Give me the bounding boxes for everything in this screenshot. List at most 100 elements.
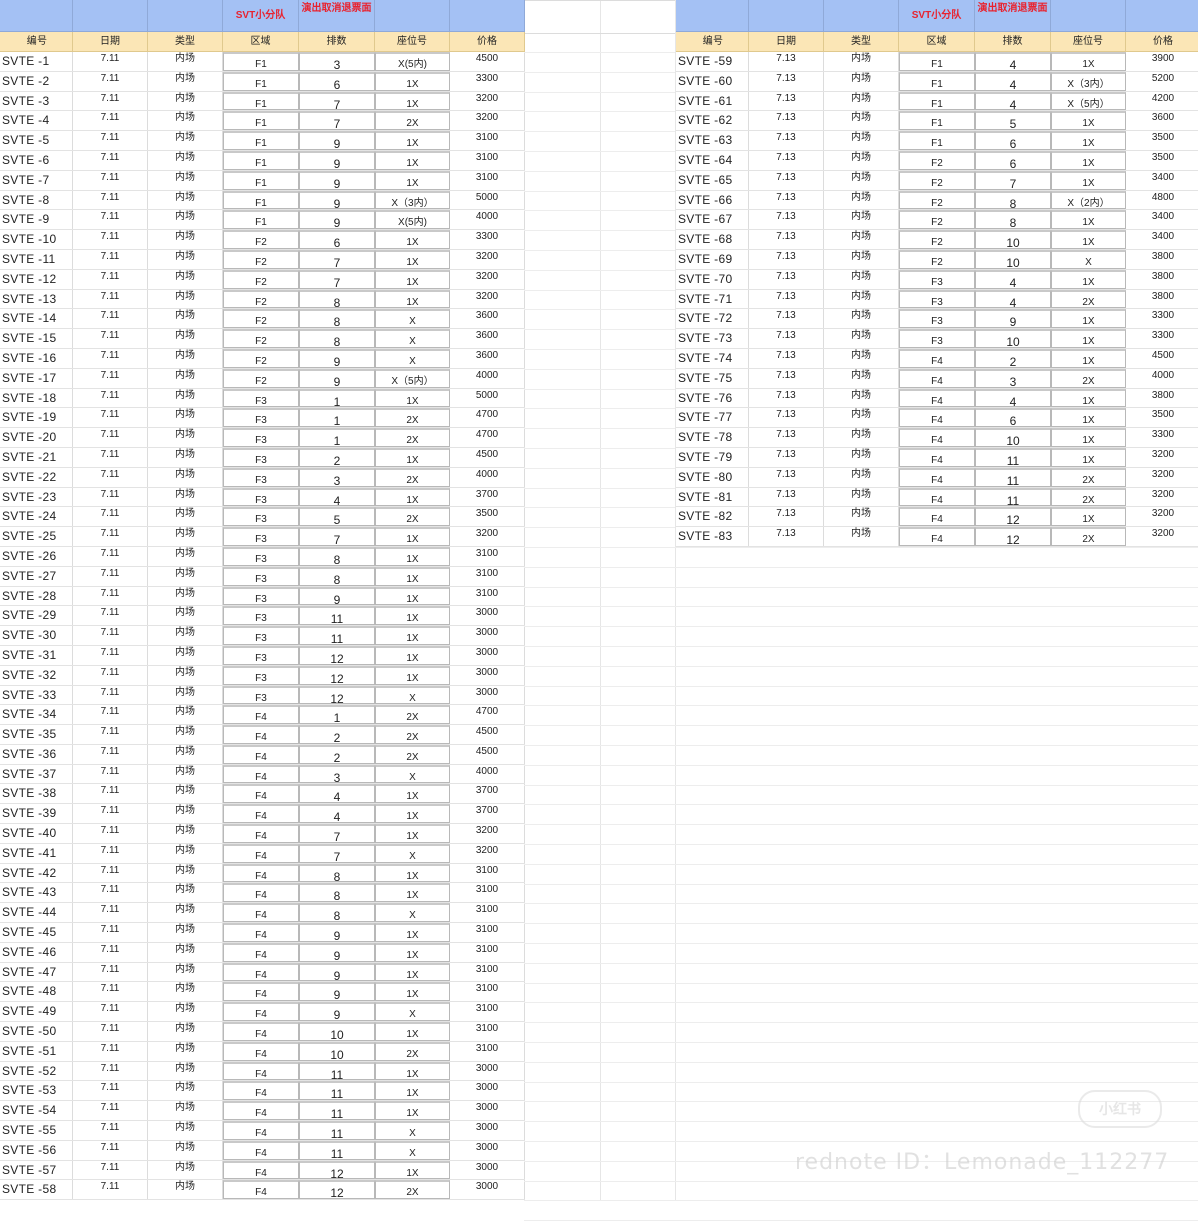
zone-cell[interactable]: F1	[899, 71, 975, 91]
zone-cell[interactable]: F4	[223, 843, 299, 863]
row-number-cell[interactable]: 8	[299, 863, 375, 883]
zone-cell[interactable]: F4	[223, 1160, 299, 1180]
type-cell[interactable]: 内场	[148, 824, 223, 843]
zone-cell[interactable]: F3	[223, 645, 299, 665]
seat-cell[interactable]: X（5内）	[1051, 91, 1126, 111]
price-cell[interactable]: 3200	[1126, 527, 1198, 546]
id-cell[interactable]: SVTE -82	[676, 507, 749, 527]
price-cell[interactable]: 3100	[450, 1022, 525, 1041]
row-number-cell[interactable]: 1	[299, 388, 375, 408]
zone-cell[interactable]: F4	[223, 942, 299, 962]
date-cell[interactable]: 7.13	[749, 71, 824, 91]
column-header-row-number[interactable]: 排数	[975, 32, 1051, 51]
id-cell[interactable]: SVTE -39	[0, 804, 73, 824]
id-cell[interactable]: SVTE -45	[0, 923, 73, 942]
price-cell[interactable]: 3200	[450, 824, 525, 843]
id-cell[interactable]: SVTE -34	[0, 705, 73, 725]
date-cell[interactable]: 7.11	[73, 784, 148, 804]
date-cell[interactable]: 7.13	[749, 52, 824, 71]
zone-cell[interactable]: F2	[899, 210, 975, 230]
date-cell[interactable]: 7.11	[73, 309, 148, 329]
zone-cell[interactable]: F3	[899, 309, 975, 329]
price-cell[interactable]: 4200	[1126, 92, 1198, 111]
id-cell[interactable]: SVTE -64	[676, 150, 749, 170]
row-number-cell[interactable]: 1	[299, 428, 375, 447]
row-number-cell[interactable]: 12	[299, 1180, 375, 1200]
price-cell[interactable]: 3800	[1126, 270, 1198, 289]
column-header-seat[interactable]: 座位号	[1051, 32, 1126, 51]
price-cell[interactable]: 3200	[1126, 507, 1198, 526]
id-cell[interactable]: SVTE -15	[0, 329, 73, 348]
type-cell[interactable]: 内场	[824, 527, 899, 546]
id-cell[interactable]: SVTE -17	[0, 368, 73, 388]
type-cell[interactable]: 内场	[824, 190, 899, 210]
zone-cell[interactable]: F4	[899, 527, 975, 546]
id-cell[interactable]: SVTE -68	[676, 230, 749, 249]
type-cell[interactable]: 内场	[148, 1041, 223, 1061]
seat-cell[interactable]: 2X	[375, 1041, 450, 1061]
row-number-cell[interactable]: 12	[299, 645, 375, 665]
id-cell[interactable]: SVTE -44	[0, 903, 73, 923]
seat-cell[interactable]: 1X	[375, 230, 450, 249]
type-cell[interactable]: 内场	[148, 843, 223, 863]
id-cell[interactable]: SVTE -12	[0, 269, 73, 289]
row-number-cell[interactable]: 4	[975, 52, 1051, 71]
date-cell[interactable]: 7.13	[749, 91, 824, 111]
type-cell[interactable]: 内场	[148, 368, 223, 388]
seat-cell[interactable]: X	[375, 1002, 450, 1022]
seat-cell[interactable]: 1X	[375, 289, 450, 309]
title-cell[interactable]	[1126, 0, 1198, 31]
zone-cell[interactable]: F4	[223, 725, 299, 744]
date-cell[interactable]: 7.11	[73, 348, 148, 368]
id-cell[interactable]: SVTE -76	[676, 388, 749, 408]
row-number-cell[interactable]: 2	[299, 744, 375, 764]
id-cell[interactable]: SVTE -70	[676, 269, 749, 289]
row-number-cell[interactable]: 7	[299, 269, 375, 289]
column-header-type[interactable]: 类型	[824, 32, 899, 51]
id-cell[interactable]: SVTE -8	[0, 190, 73, 210]
row-number-cell[interactable]: 7	[975, 170, 1051, 190]
type-cell[interactable]: 内场	[148, 1101, 223, 1121]
type-cell[interactable]: 内场	[148, 1061, 223, 1081]
price-cell[interactable]: 4500	[450, 52, 525, 71]
type-cell[interactable]: 内场	[824, 111, 899, 131]
seat-cell[interactable]: 1X	[1051, 269, 1126, 289]
column-header-id[interactable]: 编号	[0, 32, 73, 51]
type-cell[interactable]: 内场	[148, 1180, 223, 1200]
row-number-cell[interactable]: 7	[299, 91, 375, 111]
row-number-cell[interactable]: 6	[975, 408, 1051, 428]
type-cell[interactable]: 内场	[148, 230, 223, 249]
price-cell[interactable]: 3100	[450, 962, 525, 982]
seat-cell[interactable]: 1X	[375, 923, 450, 942]
seat-cell[interactable]: 1X	[375, 150, 450, 170]
zone-cell[interactable]: F1	[899, 91, 975, 111]
id-cell[interactable]: SVTE -62	[676, 111, 749, 131]
row-number-cell[interactable]: 10	[975, 428, 1051, 447]
zone-cell[interactable]: F4	[223, 1022, 299, 1041]
seat-cell[interactable]: X	[375, 329, 450, 348]
seat-cell[interactable]: 1X	[375, 447, 450, 467]
id-cell[interactable]: SVTE -72	[676, 309, 749, 329]
date-cell[interactable]: 7.11	[73, 626, 148, 645]
type-cell[interactable]: 内场	[148, 685, 223, 705]
zone-cell[interactable]: F3	[223, 487, 299, 507]
team-title-cell[interactable]: SVT小分队	[223, 0, 299, 31]
row-number-cell[interactable]: 9	[299, 348, 375, 368]
id-cell[interactable]: SVTE -3	[0, 91, 73, 111]
seat-cell[interactable]: 1X	[375, 606, 450, 626]
type-cell[interactable]: 内场	[148, 91, 223, 111]
date-cell[interactable]: 7.11	[73, 428, 148, 447]
price-cell[interactable]: 3600	[450, 348, 525, 368]
price-cell[interactable]: 3100	[450, 883, 525, 903]
id-cell[interactable]: SVTE -37	[0, 764, 73, 784]
row-number-cell[interactable]: 3	[299, 467, 375, 487]
id-cell[interactable]: SVTE -1	[0, 52, 73, 71]
zone-cell[interactable]: F4	[899, 447, 975, 467]
seat-cell[interactable]: 1X	[375, 824, 450, 843]
price-cell[interactable]: 4000	[1126, 369, 1198, 388]
id-cell[interactable]: SVTE -74	[676, 348, 749, 368]
id-cell[interactable]: SVTE -32	[0, 665, 73, 685]
seat-cell[interactable]: 1X	[1051, 447, 1126, 467]
column-header-zone[interactable]: 区域	[899, 32, 975, 51]
row-number-cell[interactable]: 8	[299, 883, 375, 903]
